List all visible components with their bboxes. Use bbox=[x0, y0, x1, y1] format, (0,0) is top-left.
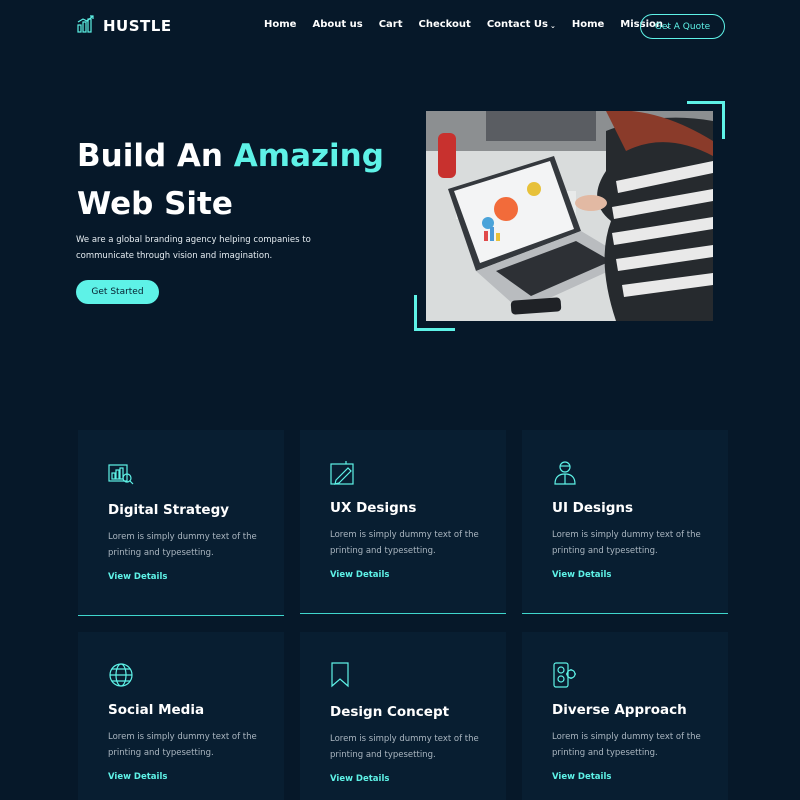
bookmark-icon bbox=[330, 662, 356, 688]
brand-logo[interactable]: HUSTLE bbox=[77, 15, 172, 37]
service-card: UX Designs Lorem is simply dummy text of… bbox=[300, 430, 506, 614]
view-details-link[interactable]: View Details bbox=[552, 772, 611, 782]
hero-image-frame bbox=[414, 101, 725, 331]
service-card: Digital Strategy Lorem is simply dummy t… bbox=[78, 430, 284, 616]
chart-logo-icon bbox=[77, 15, 95, 37]
nav-home-2[interactable]: Home bbox=[572, 19, 604, 30]
service-description: Lorem is simply dummy text of the printi… bbox=[552, 530, 701, 556]
nav-contact-us-label: Contact Us bbox=[486, 19, 548, 30]
analytics-icon bbox=[108, 460, 134, 486]
hero-title-line1: Build An Amazing bbox=[77, 132, 384, 180]
service-title: Diverse Approach bbox=[552, 702, 687, 718]
service-card: Design Concept Lorem is simply dummy tex… bbox=[300, 632, 506, 800]
hero-photo-laptop-user bbox=[426, 111, 713, 321]
service-title: Design Concept bbox=[330, 704, 450, 720]
nav-contact-us[interactable]: Contact Us ⌄ bbox=[487, 19, 556, 30]
brand-name: HUSTLE bbox=[103, 17, 172, 35]
service-title: Social Media bbox=[108, 702, 205, 718]
view-details-link[interactable]: View Details bbox=[108, 772, 167, 782]
nav-cart[interactable]: Cart bbox=[379, 19, 403, 30]
service-card: Social Media Lorem is simply dummy text … bbox=[78, 632, 284, 800]
nav-checkout[interactable]: Checkout bbox=[419, 19, 471, 30]
mobile-gear-icon bbox=[552, 662, 578, 688]
get-started-button[interactable]: Get Started bbox=[76, 280, 159, 304]
globe-icon bbox=[108, 662, 134, 688]
pen-tool-icon bbox=[330, 460, 356, 486]
hero-title-line2: Web Site bbox=[77, 186, 233, 222]
site-header: HUSTLE Home About us Cart Checkout Conta… bbox=[0, 0, 800, 52]
hero-description: We are a global branding agency helping … bbox=[76, 235, 311, 261]
nav-home[interactable]: Home bbox=[264, 19, 296, 30]
chevron-down-icon: ⌄ bbox=[549, 21, 556, 30]
view-details-link[interactable]: View Details bbox=[330, 774, 389, 784]
service-title: Digital Strategy bbox=[108, 502, 230, 518]
designer-icon bbox=[552, 460, 578, 486]
service-description: Lorem is simply dummy text of the printi… bbox=[330, 734, 479, 760]
service-title: UI Designs bbox=[552, 500, 634, 516]
service-card: UI Designs Lorem is simply dummy text of… bbox=[522, 430, 728, 614]
nav-about-us[interactable]: About us bbox=[312, 19, 362, 30]
view-details-link[interactable]: View Details bbox=[330, 570, 389, 580]
hero-title-accent: Amazing bbox=[233, 138, 384, 174]
service-description: Lorem is simply dummy text of the printi… bbox=[108, 732, 257, 758]
get-a-quote-button[interactable]: Get A Quote bbox=[640, 14, 725, 39]
hero-title-prefix: Build An bbox=[77, 138, 234, 174]
hero-title: Build An Amazing Web Site bbox=[77, 132, 384, 228]
service-title: UX Designs bbox=[330, 500, 417, 516]
view-details-link[interactable]: View Details bbox=[108, 572, 167, 582]
view-details-link[interactable]: View Details bbox=[552, 570, 611, 580]
service-card: Diverse Approach Lorem is simply dummy t… bbox=[522, 632, 728, 800]
main-nav: Home About us Cart Checkout Contact Us ⌄… bbox=[264, 19, 671, 30]
service-description: Lorem is simply dummy text of the printi… bbox=[552, 732, 701, 758]
service-description: Lorem is simply dummy text of the printi… bbox=[330, 530, 479, 556]
service-description: Lorem is simply dummy text of the printi… bbox=[108, 532, 257, 558]
